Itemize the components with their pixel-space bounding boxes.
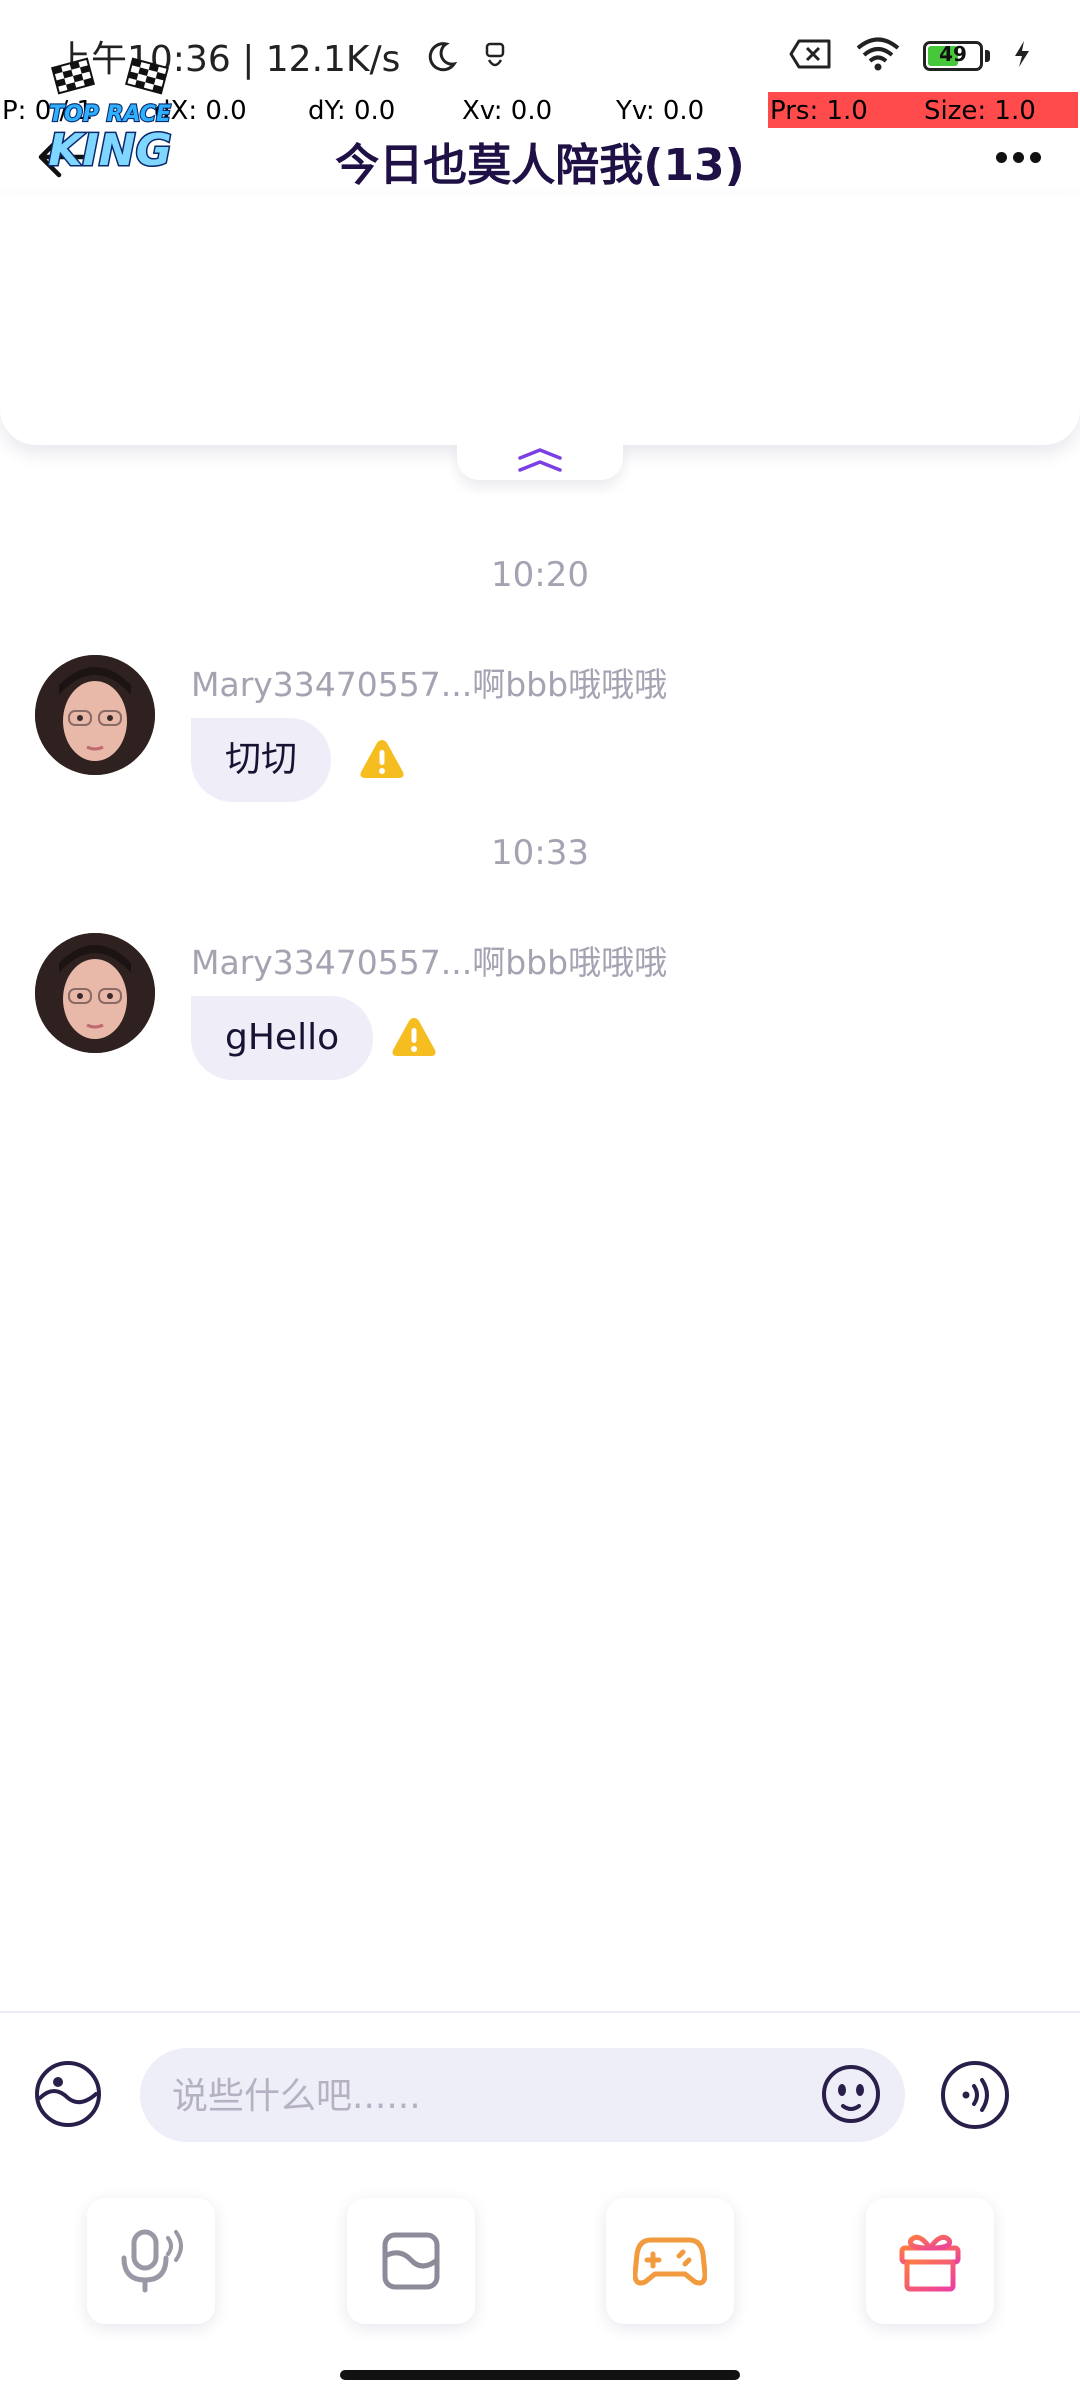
battery-level: 49 [939,42,967,66]
moon-icon [424,40,458,83]
sim-off-icon [789,38,833,74]
debug-xv: Xv: 0.0 [462,96,553,126]
message-bubble[interactable]: 切切 [191,718,332,802]
sender-name: Mary33470557...啊bbb哦哦哦 [191,665,668,704]
game-logo-top-race-king[interactable]: TOP RACE KING [35,55,185,185]
svg-text:TOP RACE: TOP RACE [49,102,171,127]
chevron-double-up-icon [518,448,562,472]
status-right-icons: 49 [789,36,1032,76]
battery-icon: 49 [923,41,983,71]
debug-prs: Prs: 1.0 [770,96,868,126]
collapse-banner-button[interactable] [457,440,623,480]
voice-wave-icon [941,2061,1009,2129]
warning-icon[interactable] [390,1015,438,1059]
input-divider [0,2011,1080,2013]
message-timestamp: 10:20 [491,555,589,595]
photo-button[interactable] [347,2198,475,2324]
emoji-button[interactable] [819,2062,883,2126]
wifi-icon [855,37,901,75]
microphone-icon [121,2229,183,2293]
charging-icon [1012,39,1032,73]
game-banner [0,195,1080,445]
usb-icon [481,40,509,83]
svg-text:KING: KING [48,125,171,176]
more-dots-icon [995,151,1007,163]
debug-dy: dY: 0.0 [308,96,396,126]
more-button[interactable] [986,125,1050,189]
voice-message-button[interactable] [938,2058,1012,2132]
voice-room-button[interactable] [87,2198,215,2324]
gift-icon [899,2234,961,2292]
message-bubble[interactable]: gHello [191,996,374,1080]
gamepad-icon [633,2237,707,2286]
photo-circle-icon [35,2061,101,2127]
smiley-icon [822,2065,880,2123]
avatar[interactable] [35,933,155,1053]
photo-frame-icon [382,2232,440,2290]
checkered-flag-icon [51,57,169,95]
sender-name: Mary33470557...啊bbb哦哦哦 [191,943,668,982]
gift-button[interactable] [866,2198,994,2324]
message-input-container [140,2048,905,2144]
message-timestamp: 10:33 [491,833,589,873]
home-indicator[interactable] [340,2370,740,2380]
avatar[interactable] [35,655,155,775]
game-button[interactable] [606,2198,734,2324]
message-input[interactable] [170,2048,814,2144]
debug-yv: Yv: 0.0 [616,96,705,126]
warning-icon[interactable] [358,737,406,781]
debug-size: Size: 1.0 [924,96,1036,126]
album-button[interactable] [32,2058,104,2130]
